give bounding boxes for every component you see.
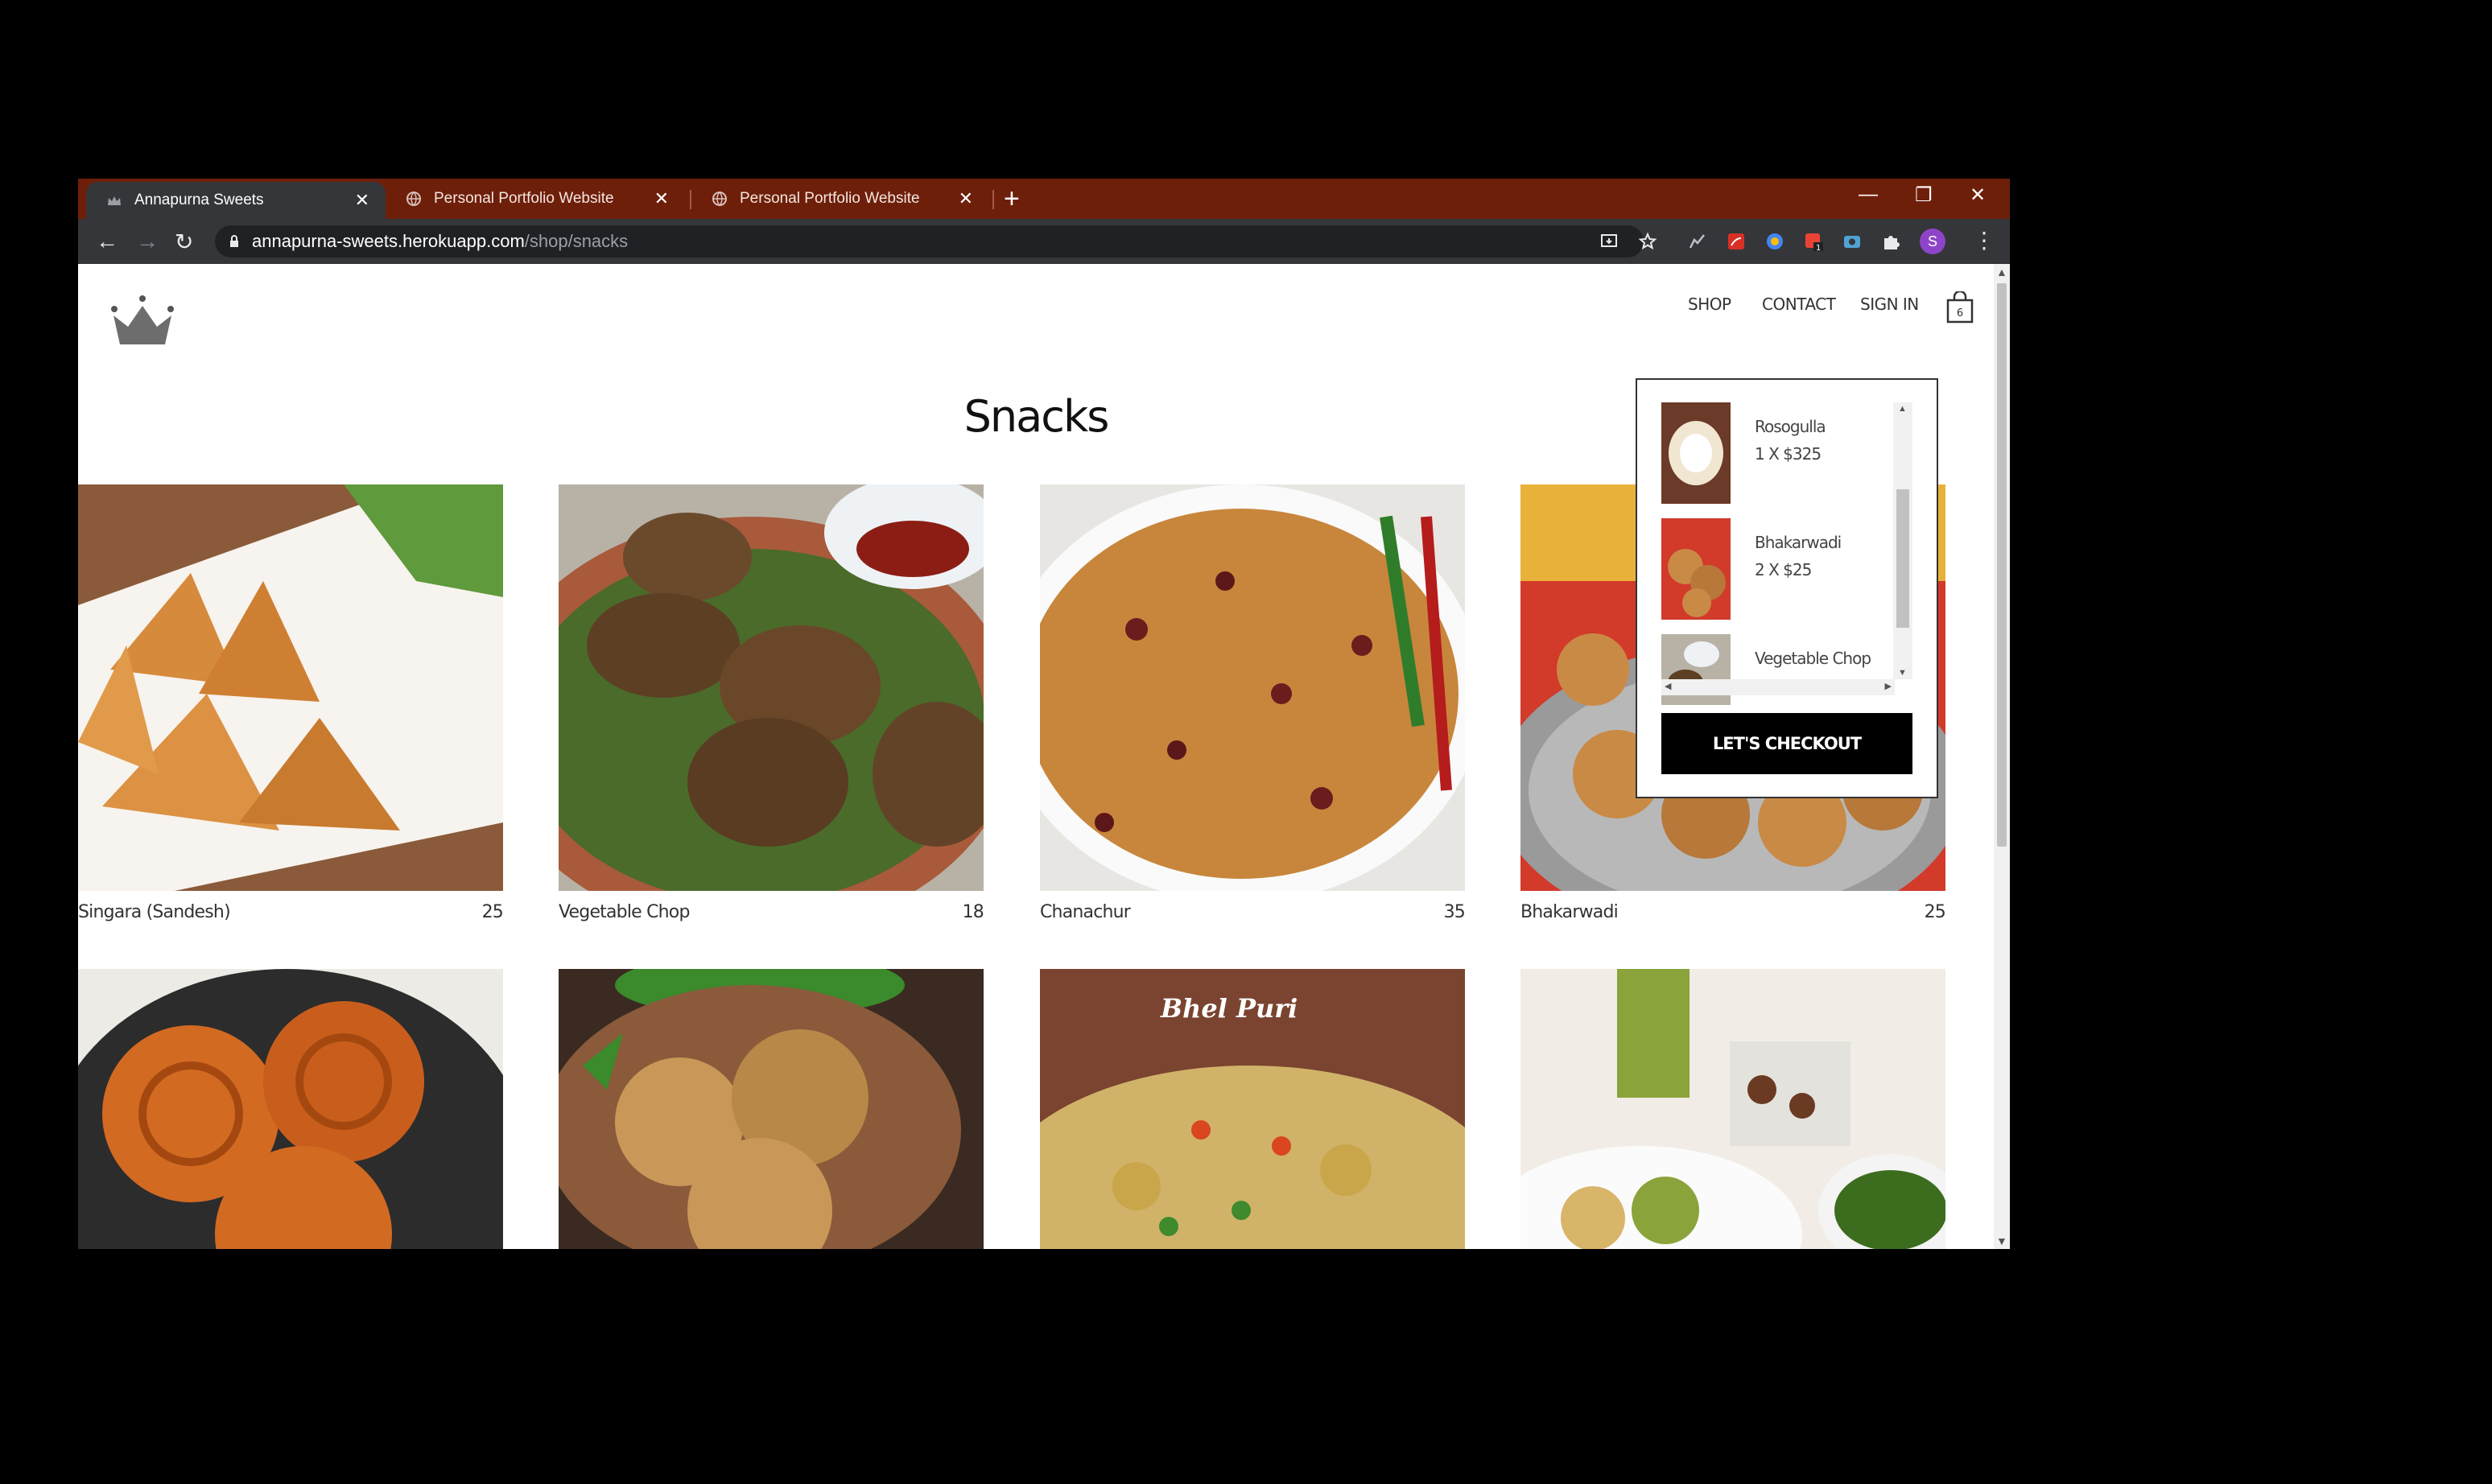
globe-icon [406,192,421,206]
product-image-chakli[interactable] [78,969,503,1249]
url-text: annapurna-sweets.herokuapp.com/shop/snac… [252,231,628,252]
window-close-icon[interactable]: ✕ [1970,183,1986,207]
url-host: annapurna-sweets.herokuapp.com [252,231,525,251]
nav-shop-link[interactable]: SHOP [1688,295,1731,314]
product-price: 35 [1443,902,1466,922]
tab-close-icon[interactable]: ✕ [355,190,369,211]
product-image-samosa[interactable] [78,484,503,891]
nav-contact-link[interactable]: CONTACT [1762,295,1836,314]
product-name: Vegetable Chop [559,902,690,922]
page-content: SHOP CONTACT SIGN IN 6 Snacks Singara (S… [78,264,1994,1249]
profile-avatar[interactable]: S [1920,229,1945,254]
cart-item-image [1661,402,1731,504]
cart-items-list[interactable]: Rosogulla 1 X $325 Bhakarwadi 2 X $25 Ve… [1661,402,1911,705]
cart-item-image [1661,518,1731,620]
cart-item-name: Vegetable Chop [1755,649,1871,668]
crown-logo-icon[interactable] [110,295,175,346]
product-card[interactable] [1520,969,1945,1249]
product-card[interactable]: Singara (Sandesh) 25 [78,484,504,922]
new-tab-plus-icon[interactable]: + [1004,183,1020,215]
bhel-puri-caption: Bhel Puri [1160,993,1298,1024]
product-card[interactable] [78,969,503,1249]
forward-arrow-icon[interactable]: → [136,229,159,254]
extension-badge-count: 1 [1816,244,1821,251]
install-app-icon[interactable] [1599,232,1619,251]
crown-favicon-icon [108,196,121,205]
extension-circle-icon[interactable] [1765,232,1784,251]
product-card[interactable]: Chanachur 35 [1040,484,1466,922]
product-name: Bhakarwadi [1520,902,1619,922]
scroll-up-arrow-icon[interactable]: ▲ [1996,266,2007,278]
globe-icon [712,192,727,206]
extension-badge-icon[interactable]: 1 [1804,232,1823,251]
cart-item-qty: 1 X $325 [1755,444,1822,464]
cart-scrollbar[interactable]: ▲ ▼ [1893,402,1912,679]
menu-kebab-icon[interactable]: ⋮ [1973,227,1995,254]
product-meta: Chanachur 35 [1040,902,1466,922]
tab-close-icon[interactable]: ✕ [959,188,973,209]
checkout-button[interactable]: LET'S CHECKOUT [1661,713,1912,774]
scroll-left-arrow-icon[interactable]: ◀ [1665,681,1671,691]
shopping-bag-icon[interactable]: 6 [1945,291,1974,324]
product-price: 18 [962,902,984,922]
product-meta: Bhakarwadi 25 [1520,902,1946,922]
cart-horizontal-scrollbar[interactable]: ◀ ▶ [1661,679,1895,695]
cart-item-name: Rosogulla [1755,417,1826,436]
product-card[interactable]: Vegetable Chop 18 [559,484,984,922]
product-image-vada[interactable] [559,969,984,1249]
tab-title: Annapurna Sweets [134,192,264,208]
restore-icon[interactable]: ❐ [1915,183,1933,207]
page-scrollbar[interactable]: ▲ ▼ [1994,264,2010,1249]
tab-annapurna[interactable]: Annapurna Sweets ✕ [86,182,386,219]
reload-icon[interactable]: ↻ [175,229,193,255]
cart-item: Bhakarwadi 2 X $25 [1661,518,1903,620]
product-image-vegetable-chop[interactable] [559,484,984,891]
product-meta: Vegetable Chop 18 [559,902,984,922]
product-price: 25 [1924,902,1946,922]
cart-item-qty: 2 X $25 [1755,560,1812,579]
extension-graph-icon[interactable] [1688,232,1707,251]
page-scroll-thumb[interactable] [1997,283,2007,847]
tab-close-icon[interactable]: ✕ [654,188,669,209]
product-name: Chanachur [1040,902,1131,922]
product-image-bhel-puri[interactable]: Bhel Puri [1040,969,1465,1249]
extensions-puzzle-icon[interactable] [1881,232,1900,251]
cart-item: Rosogulla 1 X $325 [1661,402,1903,504]
scroll-up-arrow-icon[interactable]: ▲ [1898,404,1907,414]
back-arrow-icon[interactable]: ← [96,229,118,254]
scroll-down-arrow-icon[interactable]: ▼ [1898,668,1907,678]
url-path: /shop/snacks [524,231,629,251]
address-bar[interactable]: annapurna-sweets.herokuapp.com/shop/snac… [215,225,1644,258]
cart-count: 6 [1957,307,1963,319]
product-price: 25 [481,902,504,922]
browser-window: Annapurna Sweets ✕ Personal Portfolio We… [78,179,2010,1249]
tab-title: Personal Portfolio Website [740,190,920,207]
tab-portfolio-2[interactable]: Personal Portfolio Website ✕ [691,179,989,219]
product-image-chanachur[interactable] [1040,484,1465,891]
product-card[interactable] [559,969,984,1249]
pdf-extension-icon[interactable] [1727,232,1746,251]
product-name: Singara (Sandesh) [78,902,231,922]
product-image-pani-puri[interactable] [1520,969,1945,1249]
cart-dropdown: Rosogulla 1 X $325 Bhakarwadi 2 X $25 Ve… [1636,378,1938,798]
product-card[interactable]: Bhel Puri [1040,969,1465,1249]
scroll-down-arrow-icon[interactable]: ▼ [1996,1235,2007,1247]
tab-strip: Annapurna Sweets ✕ Personal Portfolio We… [78,179,2010,219]
tab-portfolio-1[interactable]: Personal Portfolio Website ✕ [386,179,685,219]
tab-separator [992,190,994,209]
lock-icon [230,235,238,247]
cart-item-name: Bhakarwadi [1755,533,1842,552]
scroll-right-arrow-icon[interactable]: ▶ [1885,681,1892,691]
screenshot-extension-icon[interactable] [1842,232,1862,251]
tab-title: Personal Portfolio Website [434,190,614,207]
cart-scroll-thumb[interactable] [1896,489,1909,628]
browser-toolbar: ← → ↻ annapurna-sweets.herokuapp.com/sho… [78,219,2010,264]
minimize-icon[interactable]: — [1859,183,1878,206]
bookmark-star-icon[interactable] [1638,232,1657,251]
product-meta: Singara (Sandesh) 25 [78,902,504,922]
nav-signin-link[interactable]: SIGN IN [1860,295,1919,314]
